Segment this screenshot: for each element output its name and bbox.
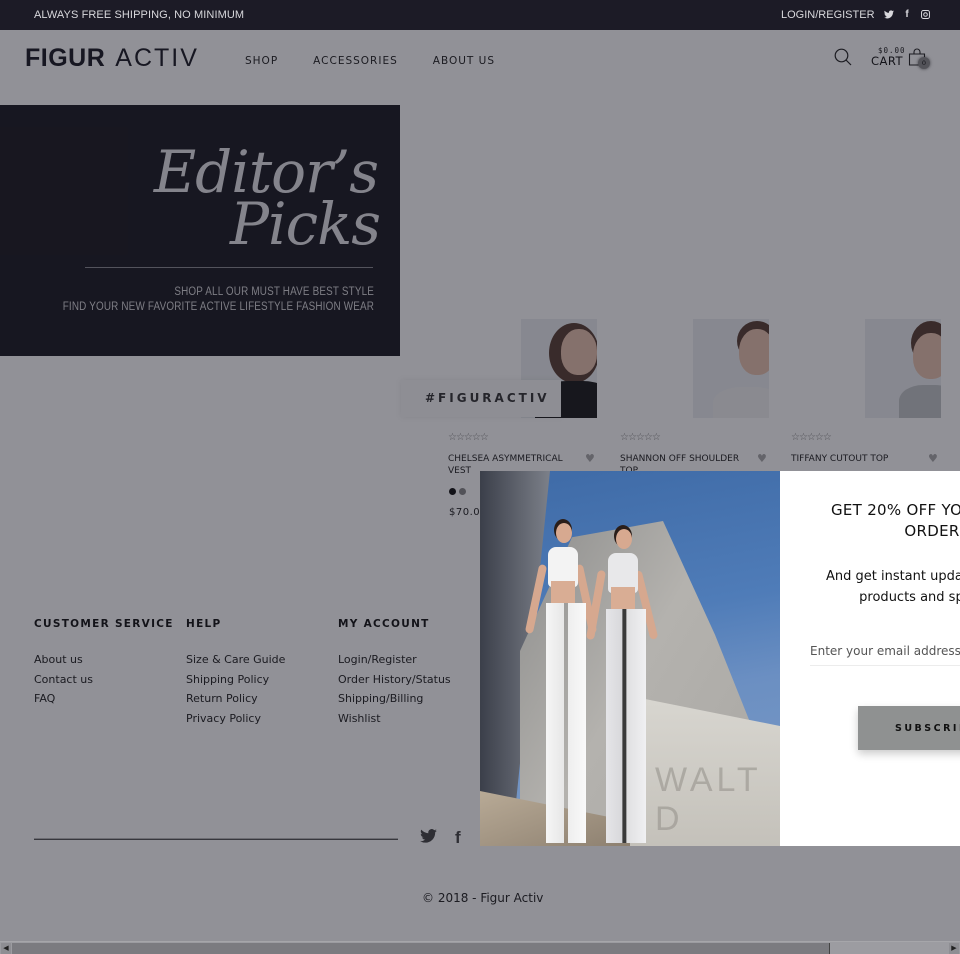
scroll-left-arrow-icon[interactable]: ◀ xyxy=(1,943,11,954)
instagram-icon[interactable] xyxy=(920,8,930,20)
popup-description: And get instant updates on new products … xyxy=(825,569,960,605)
newsletter-popup: WALT D GET 20% OFF YOUR FIRST ORDER And … xyxy=(480,471,960,846)
popup-image: WALT D xyxy=(480,471,780,846)
login-register-link[interactable]: LOGIN/REGISTER xyxy=(781,9,875,21)
horizontal-scrollbar[interactable]: ◀ ▶ xyxy=(0,941,960,954)
popup-image-wall-text: WALT D xyxy=(655,761,762,838)
popup-title: GET 20% OFF YOUR FIRST ORDER xyxy=(830,501,960,540)
twitter-icon[interactable] xyxy=(884,8,894,20)
shipping-notice: ALWAYS FREE SHIPPING, NO MINIMUM xyxy=(34,9,245,21)
scroll-right-arrow-icon[interactable]: ▶ xyxy=(949,943,959,954)
email-input[interactable] xyxy=(810,636,960,666)
announcement-bar: ALWAYS FREE SHIPPING, NO MINIMUM LOGIN/R… xyxy=(0,0,960,30)
newsletter-form: GET 20% OFF YOUR FIRST ORDER And get ins… xyxy=(780,471,960,846)
topbar-social-links: f xyxy=(884,8,930,20)
subscribe-button[interactable]: SUBSCRIBE xyxy=(858,706,960,750)
facebook-icon[interactable]: f xyxy=(902,8,912,20)
scrollbar-thumb[interactable] xyxy=(12,943,830,954)
